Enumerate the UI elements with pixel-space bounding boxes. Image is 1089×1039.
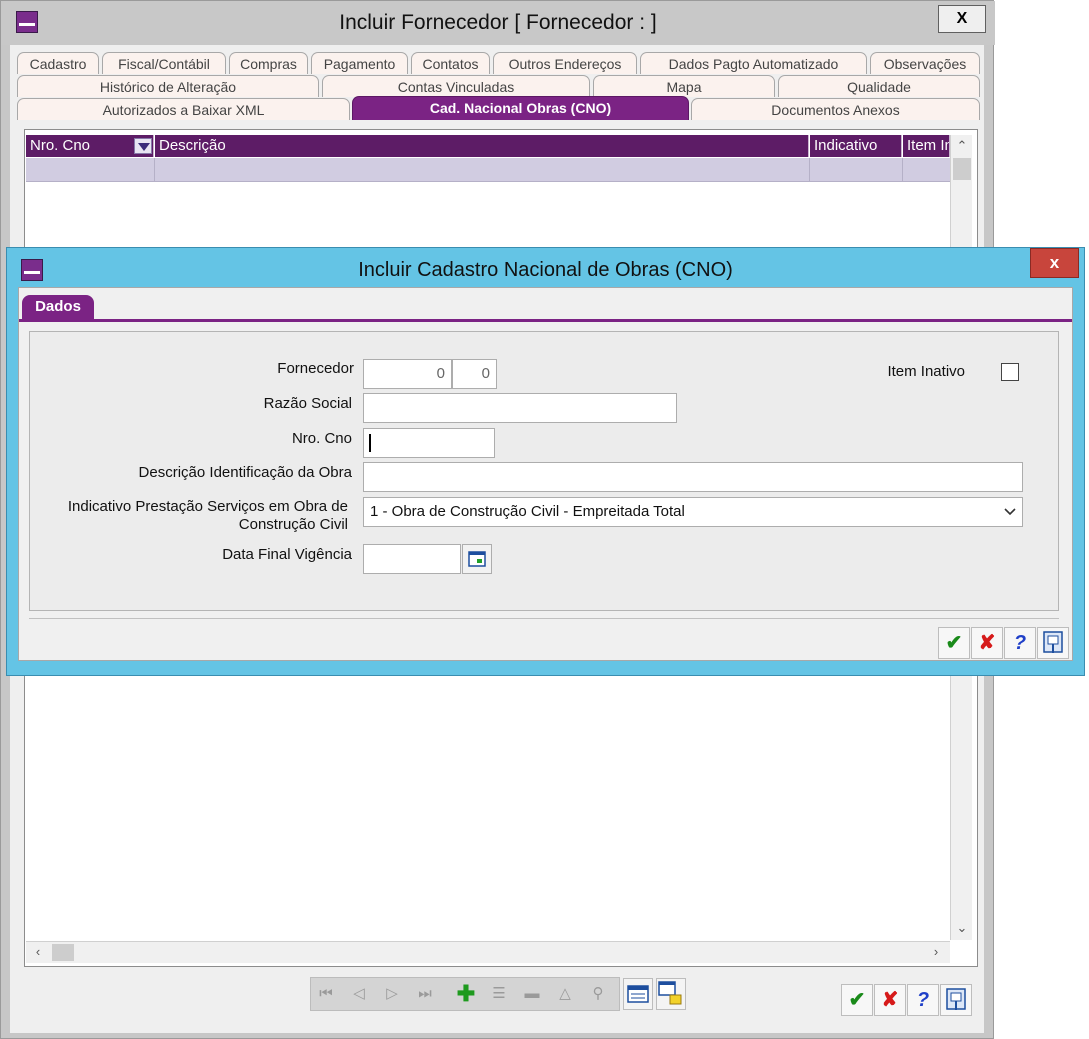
vertical-scroll-thumb[interactable] — [953, 158, 971, 180]
tab-autorizados-baixar-xml[interactable]: Autorizados a Baixar XML — [17, 98, 350, 120]
previous-record-icon[interactable]: ◁ — [344, 979, 374, 1009]
tab-cadastro[interactable]: Cadastro — [17, 52, 99, 74]
tab-contatos[interactable]: Contatos — [411, 52, 490, 74]
nro-cno-field[interactable] — [363, 428, 495, 458]
column-header-item-inativo[interactable]: Item In — [903, 135, 950, 157]
scroll-up-icon[interactable]: ⌃ — [952, 136, 972, 156]
dialog-close-button[interactable]: x — [1030, 248, 1079, 278]
export-icon — [946, 988, 966, 1010]
scroll-down-icon[interactable]: ⌄ — [952, 918, 972, 938]
tab-contas-vinculadas[interactable]: Contas Vinculadas — [322, 75, 590, 97]
check-icon: ✔ — [848, 989, 866, 1011]
record-navigation-toolbar: ⏮ ◁ ▷ ⏭ ✚ ☰ ▬ △ ⚲ — [310, 977, 620, 1011]
search-icon[interactable]: ⚲ — [583, 979, 613, 1009]
indicativo-label-line2: Construção Civil — [238, 516, 348, 533]
horizontal-scroll-thumb[interactable] — [52, 944, 74, 961]
main-title-bar: Incluir Fornecedor [ Fornecedor : ] X — [1, 1, 995, 45]
tab-pagamento[interactable]: Pagamento — [311, 52, 408, 74]
dialog-help-button[interactable]: ? — [1004, 627, 1036, 659]
tab-dados-pagto-automatizado[interactable]: Dados Pagto Automatizado — [640, 52, 867, 74]
dialog-cancel-button[interactable]: ✘ — [971, 627, 1003, 659]
data-final-field[interactable] — [363, 544, 461, 574]
dados-panel: Fornecedor 0 0 Item Inativo Razão Social… — [29, 331, 1059, 611]
add-record-icon[interactable]: ✚ — [451, 979, 481, 1009]
chevron-down-icon — [1004, 508, 1016, 516]
item-inativo-label: Item Inativo — [887, 363, 965, 380]
move-up-icon[interactable]: △ — [550, 979, 580, 1009]
indicativo-selected-value: 1 - Obra de Construção Civil - Empreitad… — [370, 503, 685, 520]
descricao-obra-label: Descrição Identificação da Obra — [138, 464, 352, 481]
grid-export-button[interactable] — [656, 978, 686, 1010]
item-inativo-checkbox[interactable] — [1001, 363, 1019, 381]
tab-mapa[interactable]: Mapa — [593, 75, 775, 97]
x-icon: ✘ — [978, 632, 996, 654]
dialog-export-button[interactable] — [1037, 627, 1069, 659]
main-close-button[interactable]: X — [938, 5, 986, 33]
main-help-button[interactable]: ? — [907, 984, 939, 1016]
tab-observacoes[interactable]: Observações — [870, 52, 980, 74]
tab-documentos-anexos[interactable]: Documentos Anexos — [691, 98, 980, 120]
fornecedor-label: Fornecedor — [277, 360, 354, 377]
grid-view-icon — [627, 985, 649, 1003]
main-export-button[interactable] — [940, 984, 972, 1016]
cno-dialog: Incluir Cadastro Nacional de Obras (CNO)… — [6, 247, 1085, 676]
grid-view-button[interactable] — [623, 978, 653, 1010]
export-icon — [1043, 631, 1063, 653]
question-icon: ? — [916, 989, 930, 1011]
razao-social-field[interactable] — [363, 393, 677, 423]
indicativo-select[interactable]: 1 - Obra de Construção Civil - Empreitad… — [363, 497, 1023, 527]
column-header-label: Nro. Cno — [30, 137, 91, 154]
fornecedor-seq-field[interactable]: 0 — [452, 359, 497, 389]
tab-historico-alteracao[interactable]: Histórico de Alteração — [17, 75, 319, 97]
text-cursor — [369, 434, 371, 452]
main-confirm-button[interactable]: ✔ — [841, 984, 873, 1016]
delete-record-icon[interactable]: ▬ — [517, 979, 547, 1009]
scroll-right-icon[interactable]: › — [926, 942, 946, 962]
dialog-title: Incluir Cadastro Nacional de Obras (CNO) — [358, 259, 733, 281]
tab-dados[interactable]: Dados — [22, 295, 94, 319]
check-icon: ✔ — [945, 632, 963, 654]
x-icon: ✘ — [881, 989, 899, 1011]
data-final-label: Data Final Vigência — [222, 546, 352, 563]
edit-record-icon[interactable]: ☰ — [484, 979, 514, 1009]
cell-divider — [154, 158, 155, 182]
next-record-icon[interactable]: ▷ — [377, 979, 407, 1009]
tab-compras[interactable]: Compras — [229, 52, 308, 74]
dialog-confirm-button[interactable]: ✔ — [938, 627, 970, 659]
column-header-descricao[interactable]: Descrição — [155, 135, 809, 157]
tab-underline — [19, 319, 1072, 322]
razao-social-label: Razão Social — [263, 395, 352, 412]
indicativo-label-line1: Indicativo Prestação Serviços em Obra de — [67, 498, 348, 515]
main-window-title: Incluir Fornecedor [ Fornecedor : ] — [339, 11, 657, 34]
first-record-icon[interactable]: ⏮ — [311, 979, 341, 1009]
dialog-client-area: Dados Fornecedor 0 0 Item Inativo Razão … — [18, 287, 1073, 661]
table-row[interactable] — [26, 158, 950, 182]
tab-cad-nacional-obras[interactable]: Cad. Nacional Obras (CNO) — [352, 96, 689, 120]
column-header-indicativo[interactable]: Indicativo — [810, 135, 902, 157]
calendar-button[interactable] — [462, 544, 492, 574]
last-record-icon[interactable]: ⏭ — [410, 979, 440, 1009]
cell-divider — [809, 158, 810, 182]
nro-cno-label: Nro. Cno — [291, 430, 352, 447]
fornecedor-code-field[interactable]: 0 — [363, 359, 452, 389]
tab-qualidade[interactable]: Qualidade — [778, 75, 980, 97]
triangle-down-icon — [138, 143, 150, 151]
indicativo-label: Indicativo Prestação Serviços em Obra de… — [40, 498, 348, 534]
tab-outros-enderecos[interactable]: Outros Endereços — [493, 52, 637, 74]
grid-export-icon — [658, 981, 682, 1005]
column-sort-button[interactable] — [134, 138, 152, 154]
cell-divider — [902, 158, 903, 182]
calendar-icon — [468, 551, 486, 567]
horizontal-scrollbar[interactable]: ‹ › — [26, 941, 950, 963]
dialog-divider — [29, 618, 1059, 619]
descricao-obra-field[interactable] — [363, 462, 1023, 492]
tab-fiscal-contabil[interactable]: Fiscal/Contábil — [102, 52, 226, 74]
question-icon: ? — [1013, 632, 1027, 654]
main-cancel-button[interactable]: ✘ — [874, 984, 906, 1016]
scroll-left-icon[interactable]: ‹ — [28, 942, 48, 962]
